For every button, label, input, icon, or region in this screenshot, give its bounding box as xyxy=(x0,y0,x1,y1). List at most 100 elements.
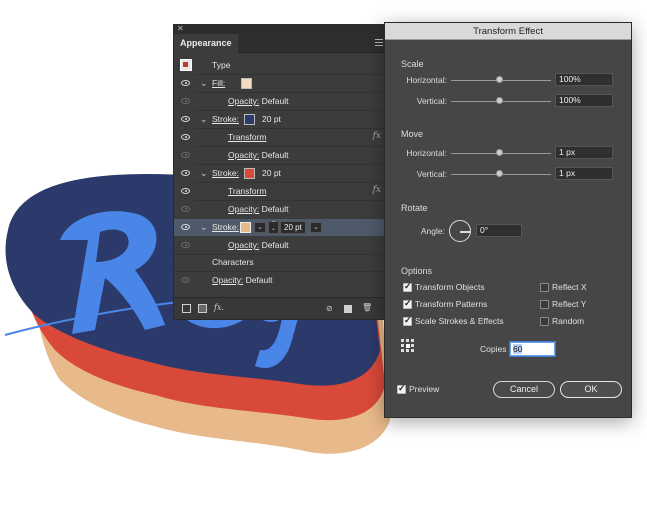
add-new-stroke-icon[interactable] xyxy=(182,304,191,313)
transform-patterns-label[interactable]: Transform Patterns xyxy=(415,299,487,309)
chevron-down-icon[interactable]: ⌄ xyxy=(200,168,208,179)
preview-label[interactable]: Preview xyxy=(409,384,439,394)
transform-objects-label[interactable]: Transform Objects xyxy=(415,282,485,292)
stroke-swatch-red[interactable] xyxy=(244,168,255,179)
reference-point-icon[interactable] xyxy=(401,339,415,353)
stroke-label[interactable]: Stroke: xyxy=(212,114,239,124)
row-characters-opacity[interactable]: Opacity: Default xyxy=(174,272,386,289)
transform-patterns-checkbox[interactable] xyxy=(403,298,412,309)
angle-input[interactable]: 0° xyxy=(476,224,522,237)
move-vertical-label: Vertical: xyxy=(416,169,447,179)
move-horizontal-input[interactable]: 1 px xyxy=(555,146,613,159)
stroke-weight: 20 pt xyxy=(262,114,281,124)
reflect-y-checkbox[interactable] xyxy=(540,300,549,309)
appearance-panel: ✕ Appearance Type ⌄ Fill: Opacity: Defau… xyxy=(173,24,387,320)
scale-horizontal-slider-knob[interactable] xyxy=(496,76,503,83)
opacity-label[interactable]: Opacity: Default xyxy=(228,204,289,214)
delete-item-icon[interactable]: 🗑 xyxy=(362,303,372,312)
move-section-title: Move xyxy=(401,129,424,139)
random-checkbox[interactable] xyxy=(540,317,549,326)
scale-vertical-input[interactable]: 100% xyxy=(555,94,613,107)
stroke-weight-stepper[interactable]: ⌃ ⌄ xyxy=(268,221,280,234)
copies-input[interactable]: 60 xyxy=(510,342,555,356)
tab-appearance[interactable]: Appearance xyxy=(174,34,238,53)
visibility-eye-icon[interactable] xyxy=(181,116,190,122)
type-thumbnail-icon xyxy=(180,59,192,71)
angle-dial-icon[interactable] xyxy=(449,220,471,242)
move-vertical-input[interactable]: 1 px xyxy=(555,167,613,180)
close-icon[interactable]: ✕ xyxy=(177,24,184,33)
fill-swatch[interactable] xyxy=(241,78,252,89)
reflect-y-label[interactable]: Reflect Y xyxy=(552,299,586,309)
row-characters[interactable]: Characters xyxy=(174,254,386,271)
visibility-eye-icon[interactable] xyxy=(181,98,190,104)
opacity-label[interactable]: Opacity: Default xyxy=(228,150,289,160)
transform-effect-link[interactable]: Transform xyxy=(228,132,266,142)
row-fill-opacity[interactable]: Opacity: Default xyxy=(174,93,386,110)
add-new-effect-icon[interactable]: fx. xyxy=(214,303,224,312)
reflect-x-checkbox[interactable] xyxy=(540,283,549,292)
visibility-eye-icon[interactable] xyxy=(181,152,190,158)
row-type[interactable]: Type xyxy=(174,57,386,74)
stroke-swatch-navy[interactable] xyxy=(244,114,255,125)
fill-label[interactable]: Fill: xyxy=(212,78,225,88)
visibility-eye-icon[interactable] xyxy=(181,206,190,212)
row-stroke-2-opacity[interactable]: Opacity: Default xyxy=(174,201,386,218)
options-section-title: Options xyxy=(401,266,433,276)
preview-checkbox[interactable] xyxy=(397,383,406,394)
chevron-down-icon[interactable]: ⌄ xyxy=(200,222,208,233)
chevron-down-icon[interactable]: ⌄ xyxy=(200,114,208,125)
cancel-button[interactable]: Cancel xyxy=(493,381,555,398)
stroke-label[interactable]: Stroke: xyxy=(212,222,239,232)
clear-appearance-icon[interactable]: ⊘ xyxy=(326,304,335,313)
dialog-title: Transform Effect xyxy=(385,23,631,40)
stroke-weight-dropdown[interactable]: ⌄ xyxy=(310,222,322,233)
fx-icon[interactable]: fx xyxy=(373,131,381,141)
row-stroke-3-opacity[interactable]: Opacity: Default xyxy=(174,237,386,254)
chevron-down-icon[interactable]: ⌄ xyxy=(200,78,208,89)
scale-horizontal-input[interactable]: 100% xyxy=(555,73,613,86)
row-stroke-3-selected[interactable]: ⌄ Stroke: ⌄ ⌃ ⌄ 20 pt ⌄ xyxy=(174,219,386,236)
rotate-section-title: Rotate xyxy=(401,203,428,213)
stroke-weight-input[interactable]: 20 pt xyxy=(280,221,306,234)
transform-effect-dialog: Transform Effect Scale Horizontal: 100% … xyxy=(384,22,632,418)
reflect-x-label[interactable]: Reflect X xyxy=(552,282,587,292)
visibility-eye-icon[interactable] xyxy=(181,80,190,86)
stroke-label[interactable]: Stroke: xyxy=(212,168,239,178)
type-label: Type xyxy=(212,60,231,70)
stroke-swatch-tan[interactable] xyxy=(240,222,251,233)
random-label[interactable]: Random xyxy=(552,316,584,326)
row-transform-2[interactable]: Transform fx xyxy=(174,183,386,200)
row-stroke-2[interactable]: ⌄ Stroke: 20 pt xyxy=(174,165,386,182)
visibility-eye-icon[interactable] xyxy=(181,224,190,230)
duplicate-item-icon[interactable] xyxy=(344,305,352,313)
opacity-label[interactable]: Opacity: Default xyxy=(212,275,273,285)
scale-strokes-label[interactable]: Scale Strokes & Effects xyxy=(415,316,504,326)
transform-effect-link[interactable]: Transform xyxy=(228,186,266,196)
scale-vertical-slider-knob[interactable] xyxy=(496,97,503,104)
move-horizontal-slider-knob[interactable] xyxy=(496,149,503,156)
scale-strokes-checkbox[interactable] xyxy=(403,315,412,326)
add-new-fill-icon[interactable] xyxy=(198,304,207,313)
fx-icon[interactable]: fx xyxy=(373,185,381,195)
row-transform-1[interactable]: Transform fx xyxy=(174,129,386,146)
move-vertical-slider-knob[interactable] xyxy=(496,170,503,177)
row-stroke-1-opacity[interactable]: Opacity: Default xyxy=(174,147,386,164)
visibility-eye-icon[interactable] xyxy=(181,170,190,176)
characters-label[interactable]: Characters xyxy=(212,257,254,267)
visibility-eye-icon[interactable] xyxy=(181,277,190,283)
row-fill[interactable]: ⌄ Fill: xyxy=(174,75,386,92)
row-stroke-1[interactable]: ⌄ Stroke: 20 pt xyxy=(174,111,386,128)
panel-tabbar: Appearance xyxy=(174,34,386,53)
ok-button[interactable]: OK xyxy=(560,381,622,398)
transform-objects-checkbox[interactable] xyxy=(403,281,412,292)
visibility-eye-icon[interactable] xyxy=(181,242,190,248)
visibility-eye-icon[interactable] xyxy=(181,188,190,194)
swatch-dropdown[interactable]: ⌄ xyxy=(254,222,266,233)
opacity-label[interactable]: Opacity: Default xyxy=(228,240,289,250)
scale-vertical-label: Vertical: xyxy=(416,96,447,106)
visibility-eye-icon[interactable] xyxy=(181,134,190,140)
move-horizontal-label: Horizontal: xyxy=(406,148,447,158)
opacity-label[interactable]: Opacity: Default xyxy=(228,96,289,106)
panel-menu-icon[interactable] xyxy=(375,39,383,46)
